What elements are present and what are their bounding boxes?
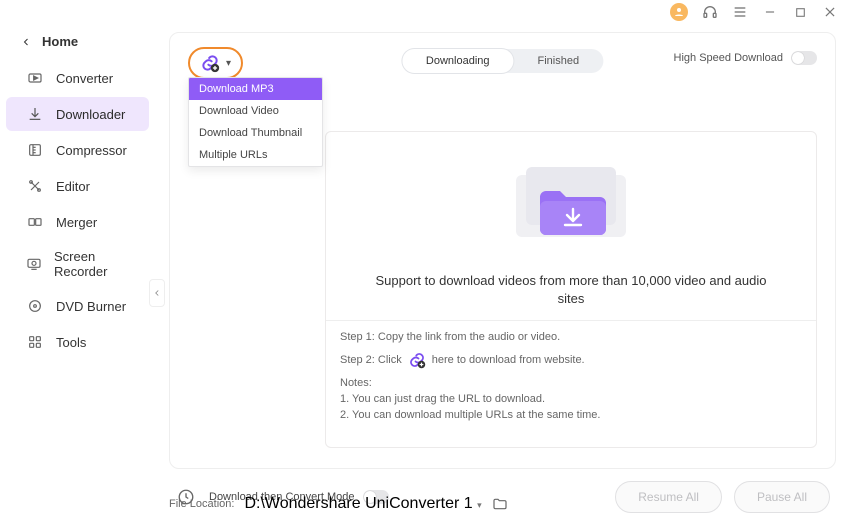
sidebar-item-converter[interactable]: Converter bbox=[6, 61, 149, 95]
menu-icon[interactable] bbox=[732, 4, 748, 20]
sidebar-item-label: Compressor bbox=[56, 143, 127, 158]
menu-item-download-mp3[interactable]: Download MP3 bbox=[189, 78, 322, 100]
tab-downloading[interactable]: Downloading bbox=[402, 49, 514, 73]
step-1: Step 1: Copy the link from the audio or … bbox=[340, 331, 802, 343]
note-2: 2. You can download multiple URLs at the… bbox=[340, 409, 802, 421]
step2-prefix: Step 2: Click bbox=[340, 354, 402, 366]
main-area: ▾ Download MP3 Download Video Download T… bbox=[155, 24, 850, 525]
recorder-icon bbox=[26, 255, 42, 273]
editor-icon bbox=[26, 177, 44, 195]
sidebar-item-downloader[interactable]: Downloader bbox=[6, 97, 149, 131]
tab-finished[interactable]: Finished bbox=[514, 49, 604, 73]
step2-suffix: here to download from website. bbox=[432, 354, 585, 366]
sidebar-item-editor[interactable]: Editor bbox=[6, 169, 149, 203]
file-location-label: File Location: bbox=[169, 498, 234, 510]
nav-list: Converter Downloader Compressor Editor M… bbox=[0, 61, 155, 359]
sidebar-item-label: Converter bbox=[56, 71, 113, 86]
folder-illustration bbox=[326, 132, 816, 272]
open-folder-icon[interactable] bbox=[492, 496, 508, 512]
chevron-down-icon: ▾ bbox=[226, 58, 231, 69]
steps-list: Step 1: Copy the link from the audio or … bbox=[326, 320, 816, 431]
file-location-select[interactable]: D:\Wondershare UniConverter 1 ▾ bbox=[244, 495, 481, 513]
link-plus-icon bbox=[408, 351, 426, 369]
converter-icon bbox=[26, 69, 44, 87]
link-plus-icon bbox=[200, 53, 220, 73]
tools-icon bbox=[26, 333, 44, 351]
downloader-icon bbox=[26, 105, 44, 123]
sidebar-item-tools[interactable]: Tools bbox=[6, 325, 149, 359]
sidebar: Home Converter Downloader Compressor Edi… bbox=[0, 24, 155, 525]
high-speed-download: High Speed Download bbox=[674, 51, 817, 65]
merger-icon bbox=[26, 213, 44, 231]
headphones-icon[interactable] bbox=[702, 4, 718, 20]
home-button[interactable]: Home bbox=[0, 30, 155, 61]
sidebar-item-dvd-burner[interactable]: DVD Burner bbox=[6, 289, 149, 323]
sidebar-item-label: Screen Recorder bbox=[54, 249, 139, 279]
user-avatar-icon[interactable] bbox=[670, 3, 688, 21]
file-location-value: D:\Wondershare UniConverter 1 bbox=[244, 495, 472, 512]
collapse-sidebar-button[interactable] bbox=[149, 279, 165, 307]
high-speed-label: High Speed Download bbox=[674, 52, 783, 64]
high-speed-toggle[interactable] bbox=[791, 51, 817, 65]
dvd-icon bbox=[26, 297, 44, 315]
sidebar-item-label: DVD Burner bbox=[56, 299, 126, 314]
compressor-icon bbox=[26, 141, 44, 159]
notes-heading: Notes: bbox=[340, 377, 802, 389]
close-icon[interactable] bbox=[822, 4, 838, 20]
sidebar-item-label: Downloader bbox=[56, 107, 125, 122]
sidebar-item-label: Editor bbox=[56, 179, 90, 194]
sidebar-item-label: Merger bbox=[56, 215, 97, 230]
menu-item-multiple-urls[interactable]: Multiple URLs bbox=[189, 144, 322, 166]
titlebar bbox=[0, 0, 850, 24]
download-type-menu: Download MP3 Download Video Download Thu… bbox=[188, 77, 323, 167]
content-panel: Support to download videos from more tha… bbox=[325, 131, 817, 448]
home-label: Home bbox=[42, 34, 78, 49]
sidebar-item-label: Tools bbox=[56, 335, 86, 350]
sidebar-item-screen-recorder[interactable]: Screen Recorder bbox=[6, 241, 149, 287]
tabs: Downloading Finished bbox=[402, 49, 603, 73]
step-2: Step 2: Click here to download from webs… bbox=[340, 351, 802, 369]
caption-text: Support to download videos from more tha… bbox=[326, 272, 816, 320]
add-download-button[interactable]: ▾ bbox=[188, 47, 243, 79]
maximize-icon[interactable] bbox=[792, 4, 808, 20]
chevron-down-icon: ▾ bbox=[477, 500, 482, 510]
downloader-card: ▾ Download MP3 Download Video Download T… bbox=[169, 32, 836, 469]
menu-item-download-thumbnail[interactable]: Download Thumbnail bbox=[189, 122, 322, 144]
menu-item-download-video[interactable]: Download Video bbox=[189, 100, 322, 122]
note-1: 1. You can just drag the URL to download… bbox=[340, 393, 802, 405]
sidebar-item-merger[interactable]: Merger bbox=[6, 205, 149, 239]
minimize-icon[interactable] bbox=[762, 4, 778, 20]
sidebar-item-compressor[interactable]: Compressor bbox=[6, 133, 149, 167]
